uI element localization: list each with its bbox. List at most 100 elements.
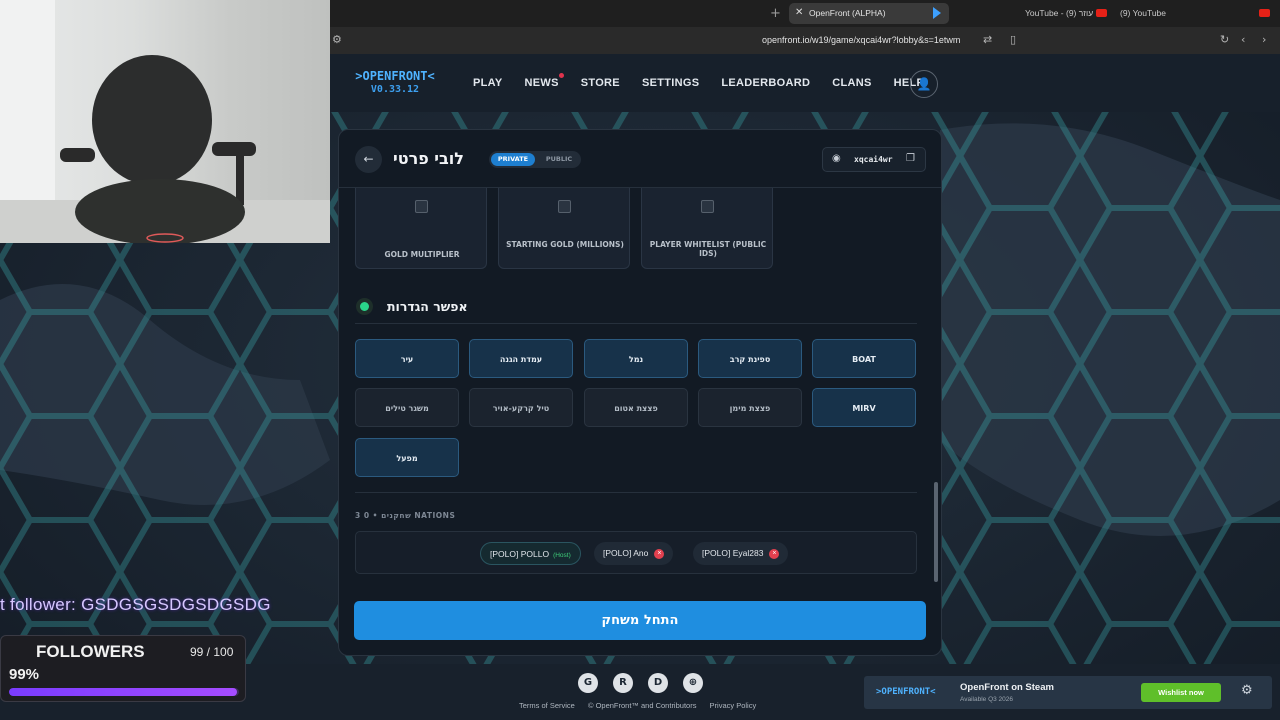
globe-icon[interactable]: ⊕: [683, 673, 703, 693]
terms-link[interactable]: Terms of Service: [519, 701, 575, 710]
reddit-icon[interactable]: R: [613, 673, 633, 693]
unit-toggle-sam-launcher[interactable]: טיל קרקע-אויר: [469, 388, 573, 427]
option-checkbox[interactable]: [558, 200, 571, 213]
modal-scrollbar[interactable]: [933, 192, 939, 592]
players-list: [POLO] POLLO (Host) [POLO] Ano × [POLO] Ey…: [355, 531, 917, 574]
option-label: PLAYER WHITELIST (PUBLIC IDS): [649, 240, 767, 258]
unit-toggle-mirv[interactable]: MIRV: [812, 388, 916, 427]
translate-icon[interactable]: ⇄: [983, 33, 992, 46]
address-bar: ⚙ openfront.io/w19/game/xqcai4wr?lobby&s…: [330, 27, 1280, 54]
start-game-button[interactable]: התחל משחק: [354, 601, 926, 640]
url-field[interactable]: openfront.io/w19/game/xqcai4wr?lobby&s=1…: [762, 35, 960, 45]
option-gold-multiplier[interactable]: GOLD MULTIPLIER: [355, 188, 487, 269]
player-chip-host: [POLO] POLLO (Host): [480, 542, 581, 565]
forward-icon[interactable]: ›: [1262, 33, 1266, 46]
settings-section-title: אפשר הגדרות: [387, 299, 468, 314]
unit-toggle-boat[interactable]: BOAT: [812, 339, 916, 378]
private-lobby-modal: ← לובי פרטי PRIVATE PUBLIC ◉ xqcai4wr ❐ …: [338, 129, 942, 656]
visibility-toggle[interactable]: PRIVATE PUBLIC: [489, 151, 581, 168]
logo-text: >OPENFRONT<: [355, 69, 435, 83]
lobby-code-box[interactable]: ◉ xqcai4wr ❐: [822, 147, 926, 172]
option-player-whitelist[interactable]: PLAYER WHITELIST (PUBLIC IDS): [641, 188, 773, 269]
latest-follower-ticker: t follower: GSDGSGSDGSDGSDG: [0, 595, 271, 614]
divider: [355, 492, 917, 493]
back-icon[interactable]: ‹: [1241, 33, 1245, 46]
eye-icon[interactable]: ◉: [832, 153, 841, 164]
followers-goal-widget: FOLLOWERS 99 / 100 99%: [0, 635, 246, 702]
option-checkbox[interactable]: [415, 200, 428, 213]
reload-icon[interactable]: ↻: [1220, 33, 1229, 46]
discord-icon[interactable]: D: [648, 673, 668, 693]
divider: [355, 323, 917, 324]
privacy-link[interactable]: Privacy Policy: [710, 701, 757, 710]
webcam-chair-image: [0, 0, 330, 243]
followers-title: FOLLOWERS: [36, 642, 145, 661]
host-tag: (Host): [553, 552, 571, 559]
player-name: [POLO] Eyal283: [702, 548, 764, 558]
players-header: 3 שחקנים • 0 NATIONS: [355, 511, 456, 520]
unit-toggle-warship[interactable]: ספינת קרב: [698, 339, 802, 378]
settings-gear-icon[interactable]: ⚙: [1241, 683, 1253, 698]
unit-toggle-defense-post[interactable]: עמדת הגנה: [469, 339, 573, 378]
tab-youtube-1[interactable]: YouTube - עוזר (9): [1025, 8, 1093, 18]
remove-player-icon[interactable]: ×: [654, 548, 665, 559]
lobby-code: xqcai4wr: [854, 155, 893, 164]
unit-toggle-city[interactable]: עיר: [355, 339, 459, 378]
news-badge: [558, 73, 564, 78]
followers-count: 99 / 100: [190, 645, 234, 659]
nav-play[interactable]: PLAY: [473, 77, 503, 89]
footer-links: Terms of Service © OpenFront™ and Contri…: [519, 701, 767, 710]
modal-header: ← לובי פרטי PRIVATE PUBLIC ◉ xqcai4wr ❐: [339, 130, 941, 188]
tab-youtube-2[interactable]: (9) YouTube: [1120, 8, 1166, 18]
public-option[interactable]: PUBLIC: [539, 153, 579, 166]
page-info-icon[interactable]: ⚙: [332, 33, 342, 46]
option-checkbox[interactable]: [701, 200, 714, 213]
steam-banner: >OPENFRONT< OpenFront on Steam Available…: [864, 676, 1272, 709]
version-label: V0.33.12: [370, 84, 420, 95]
close-tab-icon[interactable]: ✕: [795, 7, 803, 18]
unit-toggle-factory[interactable]: מפעל: [355, 438, 459, 477]
followers-progress-bar: [9, 688, 239, 696]
unit-toggle-hydrogen-bomb[interactable]: פצצת מימן: [698, 388, 802, 427]
scrollbar-thumb[interactable]: [934, 482, 938, 582]
nav-settings[interactable]: SETTINGS: [642, 77, 699, 89]
steam-banner-subtitle: Available Q3 2026: [960, 696, 1014, 703]
copy-icon[interactable]: ❐: [906, 153, 915, 164]
nav-links: PLAY NEWS STORE SETTINGS LEADERBOARD CLA…: [473, 73, 946, 89]
nav-store[interactable]: STORE: [581, 77, 620, 89]
private-option[interactable]: PRIVATE: [491, 153, 535, 166]
followers-progress-fill: [9, 688, 237, 696]
nav-leaderboard[interactable]: LEADERBOARD: [721, 77, 810, 89]
player-name: [POLO] Ano: [603, 548, 649, 558]
tab-title: OpenFront (ALPHA): [809, 8, 886, 18]
unit-toggle-missile-silo[interactable]: משגר טילים: [355, 388, 459, 427]
player-name: [POLO] POLLO: [490, 549, 550, 559]
youtube-icon: [1096, 9, 1107, 17]
account-icon[interactable]: 👤: [910, 70, 938, 98]
new-tab-icon[interactable]: +: [770, 6, 781, 21]
footer-social-links: G R D ⊕: [578, 673, 703, 693]
back-button[interactable]: ←: [355, 146, 382, 173]
copyright-text: © OpenFront™ and Contributors: [587, 701, 697, 710]
unit-toggle-atom-bomb[interactable]: פצצת אטום: [584, 388, 688, 427]
tab-openfront[interactable]: ✕ OpenFront (ALPHA): [789, 3, 949, 24]
browser-tab-bar: + ✕ OpenFront (ALPHA) YouTube - עוזר (9)…: [330, 0, 1280, 27]
remove-player-icon[interactable]: ×: [769, 548, 780, 559]
nav-news-label: NEWS: [524, 77, 559, 89]
steam-banner-title: OpenFront on Steam: [960, 682, 1054, 693]
nav-news[interactable]: NEWS: [524, 73, 564, 89]
steam-banner-logo: >OPENFRONT<: [876, 687, 936, 697]
option-label: GOLD MULTIPLIER: [384, 250, 460, 259]
lobby-title: לובי פרטי: [393, 149, 464, 168]
github-icon[interactable]: G: [578, 673, 598, 693]
wishlist-button[interactable]: Wishlist now: [1141, 683, 1221, 702]
tab-favicon-icon: [933, 7, 941, 19]
unit-toggle-port[interactable]: נמל: [584, 339, 688, 378]
bookmark-icon[interactable]: ▯: [1010, 33, 1016, 46]
webcam-feed: [0, 0, 330, 243]
nav-clans[interactable]: CLANS: [832, 77, 871, 89]
option-starting-gold[interactable]: STARTING GOLD (MILLIONS): [498, 188, 630, 269]
youtube-icon: [1259, 9, 1270, 17]
followers-percent: 99%: [9, 666, 40, 683]
openfront-logo[interactable]: >OPENFRONT< V0.33.12: [345, 69, 445, 97]
